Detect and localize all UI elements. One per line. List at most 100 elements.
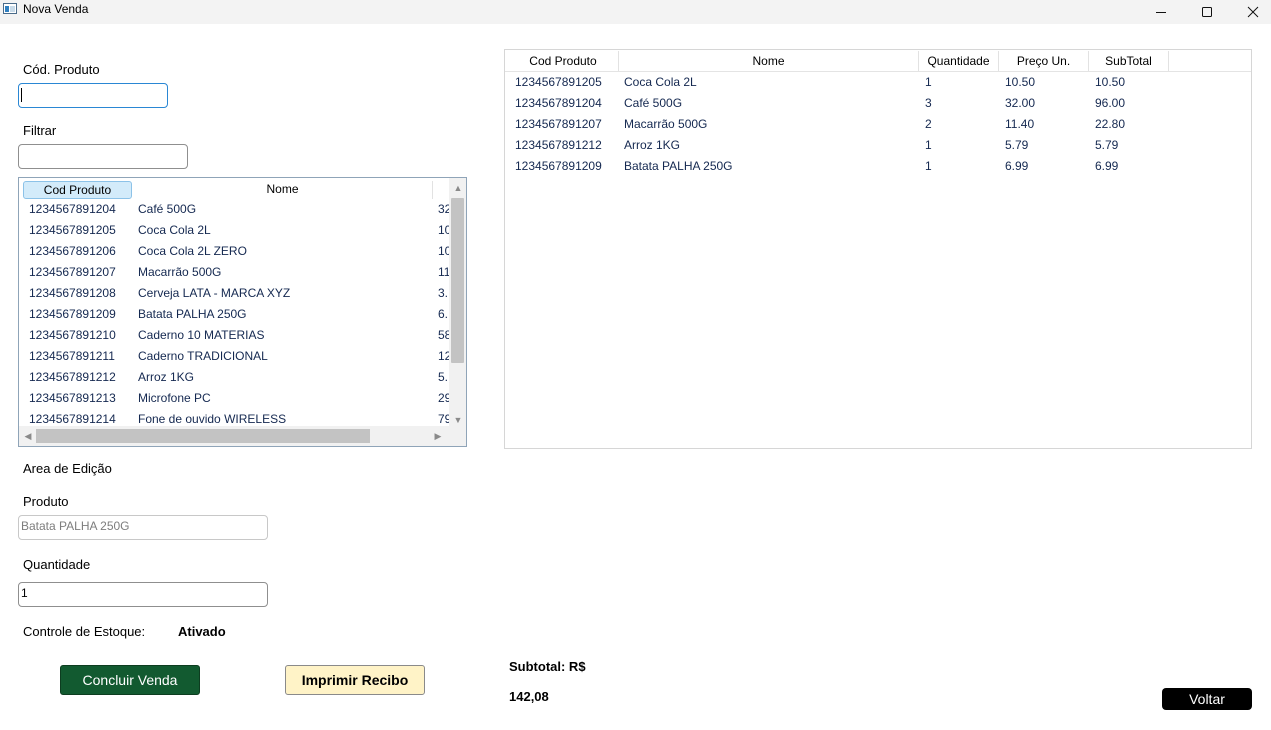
sale-item-row[interactable]: 1234567891204 Café 500G 3 32.00 96.00 [505,93,1251,114]
cod-produto-input[interactable] [18,83,168,108]
vertical-scroll-thumb[interactable] [451,198,464,363]
product-cod-cell: 1234567891212 [29,370,116,384]
voltar-button[interactable]: Voltar [1162,688,1252,710]
cod-produto-label: Cód. Produto [23,62,100,77]
scroll-right-icon[interactable]: ▶ [431,429,445,443]
sale-item-qtd-cell: 1 [925,159,932,173]
window-title: Nova Venda [23,2,89,16]
column-header-nome[interactable]: Nome [133,181,433,199]
sale-item-cod-cell: 1234567891205 [515,75,602,89]
sale-items-grid-header: Cod Produto Nome Quantidade Preço Un. Su… [505,51,1251,72]
column-header-quantidade[interactable]: Quantidade [919,51,999,71]
maximize-icon [1202,7,1212,17]
product-row[interactable]: 1234567891210 Caderno 10 MATERIAS 58 [19,325,449,346]
scroll-left-icon[interactable]: ◀ [21,429,35,443]
product-nome-cell: Coca Cola 2L [138,223,211,237]
product-row[interactable]: 1234567891205 Coca Cola 2L 10 [19,220,449,241]
sale-item-row[interactable]: 1234567891209 Batata PALHA 250G 1 6.99 6.99 [505,156,1251,177]
column-header-nome[interactable]: Nome [619,51,919,71]
product-extra-cell: 29 [438,391,449,405]
controle-estoque-label: Controle de Estoque: [23,624,146,639]
title-bar[interactable]: Nova Venda [0,0,1271,24]
products-horizontal-scrollbar[interactable]: ◀ ▶ [19,426,449,446]
sale-items-grid[interactable]: Cod Produto Nome Quantidade Preço Un. Su… [504,49,1252,449]
sale-item-preco-cell: 11.40 [1005,117,1035,131]
product-row[interactable]: 1234567891209 Batata PALHA 250G 6. [19,304,449,325]
sale-item-qtd-cell: 3 [925,96,932,110]
close-button[interactable] [1230,0,1271,24]
sale-item-nome-cell: Macarrão 500G [624,117,708,131]
product-row[interactable]: 1234567891211 Caderno TRADICIONAL 12 [19,346,449,367]
product-nome-cell: Caderno TRADICIONAL [138,349,268,363]
text-caret [21,88,22,102]
product-nome-cell: Microfone PC [138,391,211,405]
product-cod-cell: 1234567891209 [29,307,116,321]
subtotal-value: 142,08 [509,689,549,704]
product-nome-cell: Arroz 1KG [138,370,195,384]
quantidade-input[interactable]: 1 [18,582,268,607]
product-row[interactable]: 1234567891206 Coca Cola 2L ZERO 10 [19,241,449,262]
product-extra-cell: 10 [438,223,449,237]
sale-item-qtd-cell: 2 [925,117,932,131]
controle-estoque-status: Ativado [178,624,226,639]
sale-item-cod-cell: 1234567891207 [515,117,602,131]
product-extra-cell: 3. [438,286,449,300]
sale-item-nome-cell: Arroz 1KG [624,138,681,152]
product-nome-cell: Caderno 10 MATERIAS [138,328,265,342]
product-nome-cell: Coca Cola 2L ZERO [138,244,247,258]
sale-item-row[interactable]: 1234567891207 Macarrão 500G 2 11.40 22.80 [505,114,1251,135]
sale-item-preco-cell: 10.50 [1005,75,1036,89]
product-row[interactable]: 1234567891204 Café 500G 32 [19,199,449,220]
product-row[interactable]: 1234567891213 Microfone PC 29 [19,388,449,409]
sale-item-nome-cell: Batata PALHA 250G [624,159,733,173]
product-row[interactable]: 1234567891207 Macarrão 500G 11 [19,262,449,283]
product-row[interactable]: 1234567891208 Cerveja LATA - MARCA XYZ 3. [19,283,449,304]
column-header-subtotal[interactable]: SubTotal [1089,51,1169,71]
product-extra-cell: 11 [438,265,449,279]
products-grid[interactable]: Cod Produto Nome 1234567891204 Café 500G 3… [18,177,467,447]
concluir-venda-button[interactable]: Concluir Venda [60,665,200,695]
product-extra-cell: 6. [438,307,449,321]
area-edicao-label: Area de Edição [23,461,112,476]
sale-item-nome-cell: Café 500G [624,96,683,110]
sale-item-row[interactable]: 1234567891212 Arroz 1KG 1 5.79 5.79 [505,135,1251,156]
product-nome-cell: Cerveja LATA - MARCA XYZ [138,286,291,300]
product-extra-cell: 5. [438,370,449,384]
product-extra-cell: 10 [438,244,449,258]
product-row[interactable]: 1234567891212 Arroz 1KG 5. [19,367,449,388]
sale-item-subtotal-cell: 6.99 [1095,159,1119,173]
sale-item-nome-cell: Coca Cola 2L [624,75,697,89]
product-nome-cell: Batata PALHA 250G [138,307,247,321]
column-header-cod-produto[interactable]: Cod Produto [23,181,132,199]
products-grid-header: Cod Produto Nome [19,178,433,200]
filtrar-input[interactable] [18,144,188,169]
subtotal-label: Subtotal: R$ [509,659,586,674]
product-cod-cell: 1234567891204 [29,202,116,216]
minimize-button[interactable] [1138,0,1184,24]
imprimir-recibo-button[interactable]: Imprimir Recibo [285,665,425,695]
sale-item-subtotal-cell: 5.79 [1095,138,1119,152]
sale-item-qtd-cell: 1 [925,138,932,152]
minimize-icon [1156,12,1166,13]
column-header-preco-un[interactable]: Preço Un. [999,51,1089,71]
product-cod-cell: 1234567891208 [29,286,116,300]
product-nome-cell: Macarrão 500G [138,265,222,279]
sale-item-subtotal-cell: 10.50 [1095,75,1126,89]
product-cod-cell: 1234567891211 [29,349,115,363]
quantidade-label: Quantidade [23,557,91,572]
sale-item-preco-cell: 32.00 [1005,96,1036,110]
products-vertical-scrollbar[interactable]: ▲ ▼ [449,178,466,426]
sale-item-cod-cell: 1234567891209 [515,159,602,173]
maximize-button[interactable] [1184,0,1230,24]
product-cod-cell: 1234567891213 [29,391,116,405]
horizontal-scroll-thumb[interactable] [36,429,370,443]
scroll-down-icon[interactable]: ▼ [451,413,465,427]
product-cod-cell: 1234567891206 [29,244,116,258]
produto-label: Produto [23,494,69,509]
column-header-cod-produto[interactable]: Cod Produto [508,51,619,71]
product-cod-cell: 1234567891207 [29,265,116,279]
sale-item-row[interactable]: 1234567891205 Coca Cola 2L 1 10.50 10.50 [505,72,1251,93]
scroll-up-icon[interactable]: ▲ [451,181,465,195]
sale-item-cod-cell: 1234567891212 [515,138,602,152]
sale-item-subtotal-cell: 96.00 [1095,96,1126,110]
